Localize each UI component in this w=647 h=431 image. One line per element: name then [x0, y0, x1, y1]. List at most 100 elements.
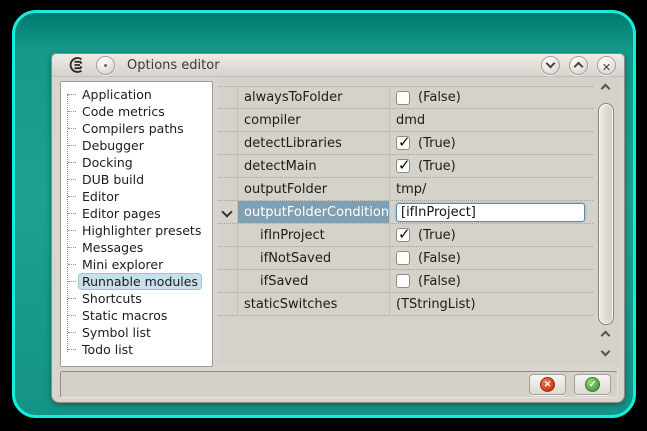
- row-gutter: [218, 109, 238, 131]
- property-name: detectMain: [238, 155, 390, 177]
- row-gutter: [218, 155, 238, 177]
- checkbox-state-label: (False): [418, 274, 461, 289]
- maximize-button[interactable]: [569, 56, 588, 75]
- property-value-cell: (True): [390, 155, 593, 177]
- sidebar-item-todo-list[interactable]: Todo list: [61, 341, 212, 358]
- row-gutter: [218, 247, 238, 269]
- property-value-input[interactable]: [396, 203, 585, 222]
- sidebar-item-symbol-list[interactable]: Symbol list: [61, 324, 212, 341]
- category-tree-panel: Application Code metrics Compilers paths De…: [60, 81, 213, 367]
- property-name: alwaysToFolder: [238, 87, 390, 108]
- checkbox-unchecked-icon[interactable]: [396, 274, 410, 288]
- property-row-outputfolder[interactable]: outputFoldertmp/: [218, 178, 593, 201]
- checkbox-unchecked-icon[interactable]: [396, 251, 410, 265]
- sidebar-item-editor[interactable]: Editor: [61, 188, 212, 205]
- property-name: outputFolderConditions: [238, 201, 390, 223]
- sidebar-item-debugger[interactable]: Debugger: [61, 137, 212, 154]
- cancel-button[interactable]: [529, 374, 566, 395]
- cancel-circle-icon: [540, 377, 555, 392]
- sidebar-item-label: Compilers paths: [79, 121, 187, 136]
- titlebar[interactable]: Options editor: [52, 54, 624, 77]
- sidebar-item-dub-build[interactable]: DUB build: [61, 171, 212, 188]
- minimize-button[interactable]: [541, 56, 560, 75]
- row-gutter: [218, 132, 238, 154]
- scrollbar-up-icon[interactable]: [601, 331, 611, 341]
- titlebar-controls: [541, 56, 616, 75]
- sidebar-item-label: Mini explorer: [79, 257, 166, 272]
- window-title: Options editor: [127, 58, 541, 73]
- property-row-alwaystofolder[interactable]: alwaysToFolder(False): [218, 86, 593, 109]
- property-row-ifinproject[interactable]: ifInProject(True): [218, 224, 593, 247]
- sidebar-item-messages[interactable]: Messages: [61, 239, 212, 256]
- chevron-down-icon: [546, 59, 556, 69]
- sidebar-item-label: Highlighter presets: [79, 223, 204, 238]
- sidebar-item-code-metrics[interactable]: Code metrics: [61, 103, 212, 120]
- sidebar-item-label: DUB build: [79, 172, 147, 187]
- app-icon: [68, 56, 86, 74]
- sidebar-item-application[interactable]: Application: [61, 86, 212, 103]
- checkbox-state-label: (True): [418, 136, 456, 151]
- property-row-outputfolderconditions[interactable]: outputFolderConditions: [218, 201, 593, 224]
- tree-branch-line: [68, 162, 76, 163]
- sidebar-item-compilers-paths[interactable]: Compilers paths: [61, 120, 212, 137]
- tree-branch-line: [68, 230, 76, 231]
- window-menu-button[interactable]: [96, 56, 115, 75]
- scrollbar-up-icon[interactable]: [601, 84, 611, 94]
- tree-branch-line: [68, 111, 76, 112]
- sidebar-item-editor-pages[interactable]: Editor pages: [61, 205, 212, 222]
- checkbox-checked-icon[interactable]: [396, 136, 410, 150]
- scrollbar-down-icon[interactable]: [601, 347, 611, 357]
- property-row-ifnotsaved[interactable]: ifNotSaved(False): [218, 247, 593, 270]
- sidebar-item-shortcuts[interactable]: Shortcuts: [61, 290, 212, 307]
- property-name: staticSwitches: [238, 293, 390, 315]
- tree-branch-line: [68, 332, 76, 333]
- property-value-cell: dmd: [390, 109, 593, 131]
- checkbox-checked-icon[interactable]: [396, 159, 410, 173]
- property-name: ifInProject: [238, 224, 390, 246]
- property-value-cell: (False): [390, 87, 593, 108]
- property-row-ifsaved[interactable]: ifSaved(False): [218, 270, 593, 293]
- sidebar-item-static-macros[interactable]: Static macros: [61, 307, 212, 324]
- sidebar-item-label: Static macros: [79, 308, 170, 323]
- checkbox-checked-icon[interactable]: [396, 228, 410, 242]
- expand-chevron-icon[interactable]: [218, 201, 238, 223]
- property-row-detectlibraries[interactable]: detectLibraries(True): [218, 132, 593, 155]
- footer-buttons: [529, 374, 611, 395]
- scrollbar-thumb[interactable]: [598, 103, 614, 325]
- sidebar-item-mini-explorer[interactable]: Mini explorer: [61, 256, 212, 273]
- sidebar-item-runnable-modules[interactable]: Runnable modules: [61, 273, 212, 290]
- sidebar-item-label: Docking: [79, 155, 136, 170]
- property-row-compiler[interactable]: compilerdmd: [218, 109, 593, 132]
- options-editor-dialog: Options editor Application Code metrics Co…: [51, 53, 625, 403]
- sidebar-item-highlighter-presets[interactable]: Highlighter presets: [61, 222, 212, 239]
- sidebar-item-label: Symbol list: [79, 325, 154, 340]
- window-menu-icon: [104, 64, 107, 67]
- tree-branch-line: [68, 145, 76, 146]
- property-value-cell: (True): [390, 224, 593, 246]
- sidebar-item-label: Editor: [79, 189, 122, 204]
- sidebar-item-label: Code metrics: [79, 104, 168, 119]
- property-name: outputFolder: [238, 178, 390, 200]
- sidebar-item-label: Application: [79, 87, 155, 102]
- sidebar-item-docking[interactable]: Docking: [61, 154, 212, 171]
- sidebar-item-label: Runnable modules: [79, 274, 201, 289]
- checkbox-unchecked-icon[interactable]: [396, 91, 410, 105]
- footer-bar: [60, 371, 618, 398]
- vertical-scrollbar[interactable]: [593, 77, 620, 365]
- tree-branch-line: [68, 247, 76, 248]
- property-grid: alwaysToFolder(False)compilerdmddetectLi…: [218, 77, 620, 365]
- tree-branch-line: [68, 349, 76, 350]
- property-value-cell: (TStringList): [390, 293, 593, 315]
- tree-branch-line: [68, 196, 76, 197]
- property-value-cell: (False): [390, 270, 593, 292]
- tree-branch-line: [68, 264, 76, 265]
- property-row-detectmain[interactable]: detectMain (True): [218, 155, 593, 178]
- accept-button[interactable]: [574, 374, 611, 395]
- row-gutter: [218, 270, 238, 292]
- tree-branch-line: [68, 298, 76, 299]
- checkbox-state-label: (True): [418, 159, 456, 174]
- tree-branch-line: [68, 281, 76, 282]
- close-button[interactable]: [597, 56, 616, 75]
- property-row-staticswitches[interactable]: staticSwitches(TStringList): [218, 293, 593, 316]
- sidebar-item-label: Debugger: [79, 138, 147, 153]
